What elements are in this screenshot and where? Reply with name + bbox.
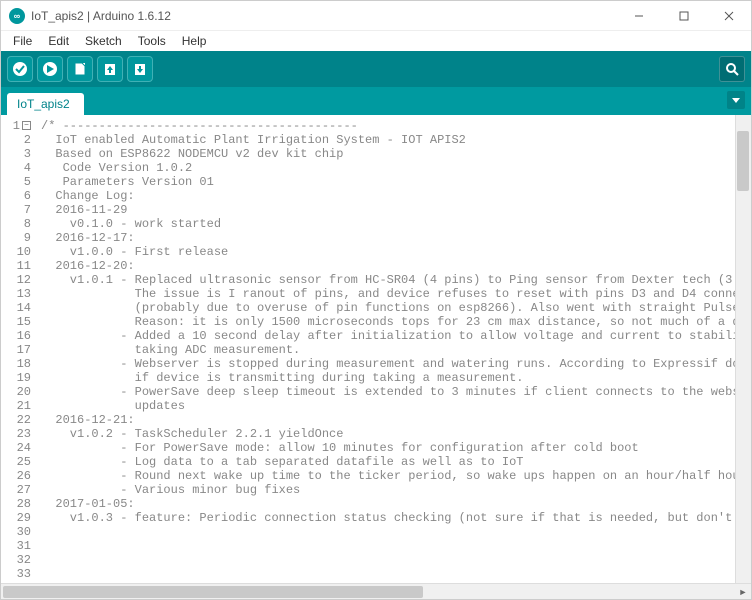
line-number: 17 [1,343,31,357]
serial-monitor-button[interactable] [719,56,745,82]
line-number: 12 [1,273,31,287]
line-number: 21 [1,399,31,413]
code-line[interactable]: Based on ESP8622 NODEMCU v2 dev kit chip [41,147,751,161]
line-number: 13 [1,287,31,301]
verify-button[interactable] [7,56,33,82]
code-line[interactable]: v1.0.3 - feature: Periodic connection st… [41,511,751,525]
code-line[interactable]: - Round next wake up time to the ticker … [41,469,751,483]
line-number: 5 [1,175,31,189]
line-number: 16 [1,329,31,343]
line-number: 6 [1,189,31,203]
vertical-scroll-thumb[interactable] [737,131,749,191]
code-line[interactable]: 2017-01-05: [41,497,751,511]
menubar: File Edit Sketch Tools Help [1,31,751,51]
line-number: 32 [1,553,31,567]
code-line[interactable]: - Webserver is stopped during measuremen… [41,357,751,371]
horizontal-scrollbar[interactable]: ◄ ► [1,583,751,599]
code-line[interactable]: 2016-11-29 [41,203,751,217]
line-number: 31 [1,539,31,553]
code-line[interactable]: Code Version 1.0.2 [41,161,751,175]
window-controls [616,1,751,31]
code-line[interactable]: v1.0.0 - First release [41,245,751,259]
line-number: 30 [1,525,31,539]
line-number: 7 [1,203,31,217]
line-number: 24 [1,441,31,455]
code-line[interactable]: taking ADC measurement. [41,343,751,357]
code-line[interactable]: 2016-12-20: [41,259,751,273]
line-number: 14 [1,301,31,315]
line-number: 20 [1,385,31,399]
code-area[interactable]: /* -------------------------------------… [37,115,751,583]
code-line[interactable]: - Log data to a tab separated datafile a… [41,455,751,469]
code-line[interactable]: - Various minor bug fixes [41,483,751,497]
line-number: 3 [1,147,31,161]
window-titlebar: ∞ IoT_apis2 | Arduino 1.6.12 [1,1,751,31]
line-number: 2 [1,133,31,147]
menu-tools[interactable]: Tools [130,32,174,50]
line-number: 26 [1,469,31,483]
code-line[interactable]: /* -------------------------------------… [41,119,751,133]
line-number: 22 [1,413,31,427]
tab-active[interactable]: IoT_apis2 [7,93,84,115]
line-number: 4 [1,161,31,175]
code-line[interactable]: The issue is I ranout of pins, and devic… [41,287,751,301]
line-number: 33 [1,567,31,581]
menu-sketch[interactable]: Sketch [77,32,130,50]
line-number: 15 [1,315,31,329]
line-number: 8 [1,217,31,231]
minimize-button[interactable] [616,1,661,31]
code-line[interactable]: Change Log: [41,189,751,203]
code-line[interactable]: - PowerSave deep sleep timeout is extend… [41,385,751,399]
menu-edit[interactable]: Edit [40,32,77,50]
line-number-gutter: 1−23456789101112131415161718192021222324… [1,115,37,583]
line-number: 29 [1,511,31,525]
tabbar: IoT_apis2 [1,87,751,115]
save-button[interactable] [127,56,153,82]
code-line[interactable]: if device is transmitting during taking … [41,371,751,385]
window-title: IoT_apis2 | Arduino 1.6.12 [31,9,616,23]
upload-button[interactable] [37,56,63,82]
menu-help[interactable]: Help [174,32,215,50]
line-number: 18 [1,357,31,371]
code-editor[interactable]: 1−23456789101112131415161718192021222324… [1,115,751,583]
menu-file[interactable]: File [5,32,40,50]
line-number: 28 [1,497,31,511]
close-button[interactable] [706,1,751,31]
toolbar [1,51,751,87]
code-line[interactable]: 2016-12-17: [41,231,751,245]
line-number: 1− [1,119,31,133]
line-number: 19 [1,371,31,385]
app-icon: ∞ [9,8,25,24]
code-line[interactable]: - For PowerSave mode: allow 10 minutes f… [41,441,751,455]
code-line[interactable]: Reason: it is only 1500 microseconds top… [41,315,751,329]
scroll-right-icon[interactable]: ► [735,584,751,600]
code-line[interactable]: Parameters Version 01 [41,175,751,189]
line-number: 27 [1,483,31,497]
open-button[interactable] [97,56,123,82]
code-line[interactable]: 2016-12-21: [41,413,751,427]
code-line[interactable]: - Added a 10 second delay after initiali… [41,329,751,343]
line-number: 25 [1,455,31,469]
new-button[interactable] [67,56,93,82]
code-line[interactable]: v1.0.1 - Replaced ultrasonic sensor from… [41,273,751,287]
line-number: 9 [1,231,31,245]
maximize-button[interactable] [661,1,706,31]
tab-menu-button[interactable] [727,91,745,109]
line-number: 23 [1,427,31,441]
code-line[interactable]: IoT enabled Automatic Plant Irrigation S… [41,133,751,147]
code-line[interactable]: v1.0.2 - TaskScheduler 2.2.1 yieldOnce [41,427,751,441]
vertical-scrollbar[interactable] [735,115,751,583]
code-line[interactable]: (probably due to overuse of pin function… [41,301,751,315]
code-line[interactable]: v0.1.0 - work started [41,217,751,231]
line-number: 10 [1,245,31,259]
code-line[interactable]: updates [41,399,751,413]
horizontal-scroll-thumb[interactable] [3,586,423,598]
line-number: 11 [1,259,31,273]
